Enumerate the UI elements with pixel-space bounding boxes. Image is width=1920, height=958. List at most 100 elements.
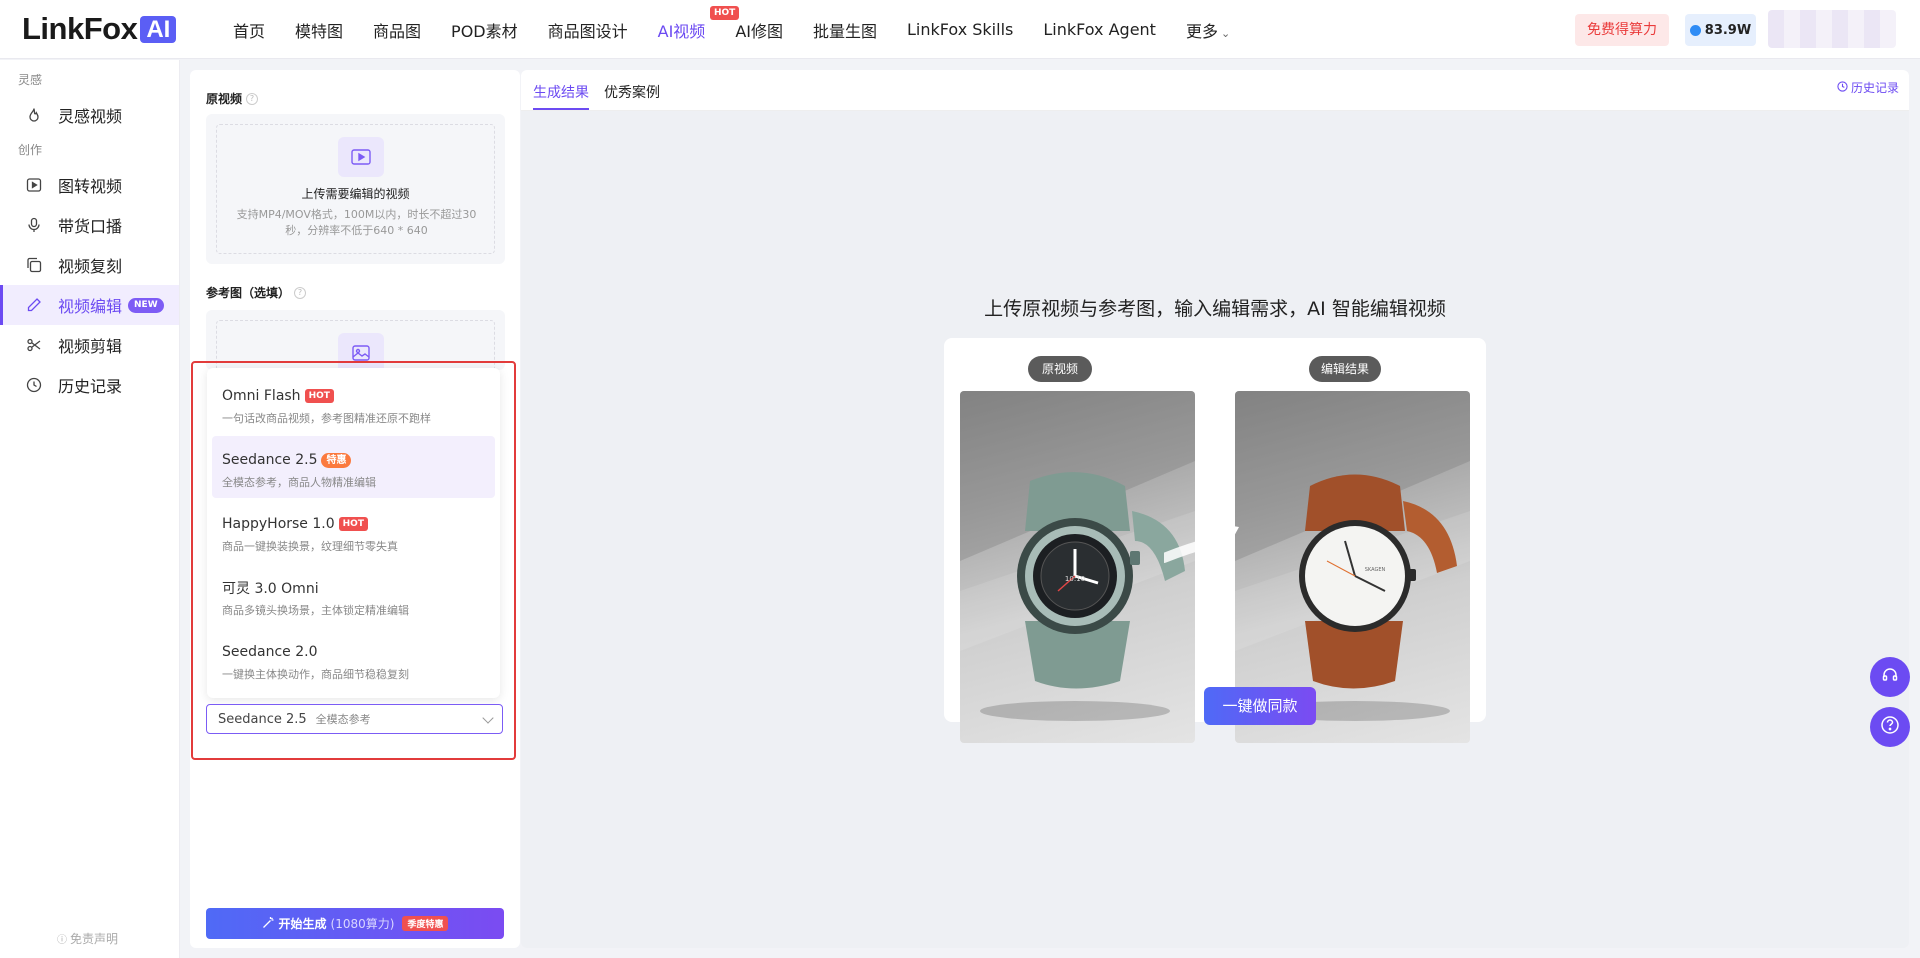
- play-square-icon: [26, 177, 42, 193]
- reference-image-label-text: 参考图（选填）: [206, 286, 291, 300]
- watch-brand-text: SKAGEN: [1365, 567, 1386, 573]
- nav-product-image[interactable]: 商品图: [373, 18, 421, 42]
- headset-icon: [1881, 666, 1899, 688]
- before-image: 10:10: [960, 391, 1195, 743]
- tab-generated-results[interactable]: 生成结果: [533, 82, 589, 110]
- customer-service-button[interactable]: [1870, 657, 1910, 697]
- sidebar-item-label: 视频编辑: [58, 297, 123, 316]
- flame-icon: [26, 107, 42, 123]
- model-select-subtitle: 全模态参考: [315, 713, 371, 726]
- disclaimer-label: 免责声明: [70, 932, 119, 946]
- user-avatar[interactable]: [1768, 10, 1896, 48]
- sidebar-section-create: 创作: [18, 143, 43, 157]
- pencil-icon: [26, 297, 42, 313]
- sidebar-item-video-edit[interactable]: 视频编辑 NEW: [0, 285, 179, 325]
- sidebar-item-live-selling[interactable]: 带货口播: [0, 205, 179, 245]
- nav-more[interactable]: 更多 ⌄: [1186, 18, 1230, 42]
- model-option-omni-flash[interactable]: Omni Flash HOT 一句话改商品视频，参考图精准还原不跑样: [212, 372, 495, 434]
- copy-icon: [26, 257, 42, 273]
- smartwatch-illustration: 10:10: [960, 391, 1195, 721]
- model-dropdown-menu: Omni Flash HOT 一句话改商品视频，参考图精准还原不跑样 Seedan…: [207, 368, 500, 698]
- model-option-name: Seedance 2.5: [222, 452, 318, 468]
- sidebar-item-history[interactable]: 历史记录: [0, 365, 179, 405]
- start-generate-button[interactable]: 开始生成 (1080算力) 季度特惠: [206, 908, 504, 939]
- nav-linkfox-skills[interactable]: LinkFox Skills: [907, 20, 1013, 39]
- sale-badge: 特惠: [321, 452, 352, 468]
- linkfox-logo[interactable]: LinkFox AI: [22, 11, 177, 46]
- free-credits-button[interactable]: 免费得算力: [1575, 14, 1669, 46]
- model-option-seedance-2-5[interactable]: Seedance 2.5 特惠 全模态参考，商品人物精准编辑: [212, 436, 495, 498]
- magic-wand-icon: [262, 916, 275, 932]
- sidebar-item-label: 视频剪辑: [58, 337, 123, 356]
- reference-image-label: 参考图（选填） ?: [206, 284, 307, 301]
- nav-ai-retouch[interactable]: AI修图: [735, 18, 783, 42]
- model-option-desc: 全模态参考，商品人物精准编辑: [222, 476, 376, 489]
- tab-showcase[interactable]: 优秀案例: [604, 82, 660, 102]
- help-icon[interactable]: ?: [294, 286, 307, 299]
- reference-upload-dropzone[interactable]: [216, 320, 495, 370]
- sidebar-item-image-to-video[interactable]: 图转视频: [0, 165, 179, 205]
- transform-arrow-icon: [1164, 523, 1239, 563]
- help-icon[interactable]: ?: [246, 92, 259, 105]
- model-option-seedance-2-0[interactable]: Seedance 2.0 一键换主体换动作，商品细节稳稳复刻: [212, 628, 495, 690]
- sidebar-item-label: 图转视频: [58, 177, 123, 196]
- sidebar-item-video-replicate[interactable]: 视频复刻: [0, 245, 179, 285]
- result-tabs: 生成结果 优秀案例 历史记录: [521, 70, 1909, 111]
- result-area: 生成结果 优秀案例 历史记录 上传原视频与参考图，输入编辑需求，AI 智能编辑视…: [521, 70, 1909, 948]
- sidebar-item-label: 灵感视频: [58, 107, 123, 126]
- nav-product-design[interactable]: 商品图设计: [548, 18, 628, 42]
- disclaimer-link[interactable]: ⓘ 免责声明: [57, 930, 118, 947]
- source-video-label: 原视频 ?: [206, 90, 259, 107]
- sidebar-item-label: 视频复刻: [58, 257, 123, 276]
- credits-icon: [1689, 24, 1701, 36]
- model-option-desc: 一句话改商品视频，参考图精准还原不跑样: [222, 412, 431, 425]
- model-option-desc: 商品多镜头换场景，主体锁定精准编辑: [222, 604, 409, 617]
- model-option-kling-3-0-omni[interactable]: 可灵 3.0 Omni 商品多镜头换场景，主体锁定精准编辑: [212, 564, 495, 626]
- video-upload-dropzone[interactable]: 上传需要编辑的视频 支持MP4/MOV格式，100M以内，时长不超过30秒，分辨…: [216, 124, 495, 254]
- hot-badge: HOT: [338, 517, 368, 531]
- nav-pod-assets[interactable]: POD素材: [451, 18, 518, 42]
- sidebar-item-inspiration-video[interactable]: 灵感视频: [0, 95, 179, 135]
- chevron-down-icon: [482, 712, 494, 724]
- generate-cost: (1080算力): [330, 917, 395, 931]
- new-badge: NEW: [128, 297, 164, 313]
- hot-badge: HOT: [304, 389, 334, 403]
- reference-upload-area[interactable]: [206, 310, 505, 370]
- credits-value: 83.9W: [1704, 22, 1752, 38]
- make-same-style-button[interactable]: 一键做同款: [1204, 687, 1316, 725]
- history-link[interactable]: 历史记录: [1837, 79, 1899, 96]
- main-nav: 首页 模特图 商品图 POD素材 商品图设计 AI视频 HOT AI修图 批量生图…: [233, 0, 1260, 59]
- clock-icon: [26, 377, 42, 393]
- model-option-name: Seedance 2.0: [222, 644, 318, 660]
- image-upload-icon: [338, 333, 384, 370]
- upload-title: 上传需要编辑的视频: [301, 187, 410, 201]
- generate-label: 开始生成: [278, 917, 327, 931]
- quarterly-sale-badge: 季度特惠: [402, 916, 449, 931]
- left-sidebar: 灵感 灵感视频 创作 图转视频 带货口播 视频复刻 视频编辑 NEW 视频剪辑 …: [0, 60, 180, 958]
- before-label: 原视频: [1028, 356, 1092, 382]
- help-button[interactable]: [1870, 707, 1910, 747]
- nav-ai-video[interactable]: AI视频 HOT: [658, 5, 740, 42]
- nav-model-image[interactable]: 模特图: [295, 18, 343, 42]
- video-upload-area[interactable]: 上传需要编辑的视频 支持MP4/MOV格式，100M以内，时长不超过30秒，分辨…: [206, 114, 505, 264]
- sidebar-item-label: 带货口播: [58, 217, 123, 236]
- nav-linkfox-agent[interactable]: LinkFox Agent: [1043, 20, 1156, 39]
- chevron-down-icon: ⌄: [1220, 26, 1231, 40]
- model-option-desc: 商品一键换装换景，纹理细节零失真: [222, 540, 398, 553]
- video-upload-icon: [338, 137, 384, 177]
- microphone-icon: [26, 217, 42, 233]
- credits-balance[interactable]: 83.9W: [1685, 14, 1756, 46]
- before-after-card: 原视频 编辑结果 10:10 SKAGEN: [944, 338, 1486, 743]
- model-option-name: HappyHorse 1.0: [222, 516, 335, 532]
- history-link-label: 历史记录: [1850, 81, 1899, 95]
- model-select[interactable]: Seedance 2.5 全模态参考: [206, 704, 503, 734]
- sidebar-item-video-cut[interactable]: 视频剪辑: [0, 325, 179, 365]
- source-video-label-text: 原视频: [206, 92, 243, 106]
- nav-more-label: 更多: [1185, 21, 1218, 41]
- nav-home[interactable]: 首页: [233, 18, 265, 42]
- model-option-name: Omni Flash: [222, 388, 301, 404]
- nav-batch-generate[interactable]: 批量生图: [813, 18, 877, 42]
- sidebar-item-label: 历史记录: [58, 377, 123, 396]
- logo-ai-badge: AI: [140, 15, 177, 43]
- model-option-happyhorse-1-0[interactable]: HappyHorse 1.0 HOT 商品一键换装换景，纹理细节零失真: [212, 500, 495, 562]
